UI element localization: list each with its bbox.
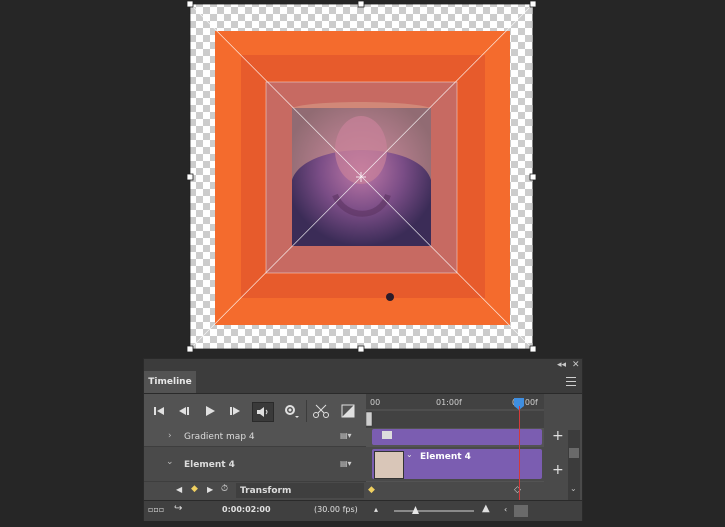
frame-rate: (30.00 fps): [314, 505, 358, 514]
scissors-icon[interactable]: [311, 402, 331, 420]
timeline-status-bar: ▫▫▫ ↪ 0:00:02:00 (30.00 fps) ▴ ▲ ‹: [144, 500, 582, 521]
layer-name: Element 4: [184, 460, 235, 470]
keyframe-diamond-icon[interactable]: ◆: [368, 485, 375, 495]
stopwatch-icon[interactable]: ⏱: [221, 484, 228, 494]
zoom-out-icon[interactable]: ▴: [374, 505, 378, 514]
track-actions: + + ⌄: [544, 394, 582, 500]
layer-row[interactable]: ⌄ Element 4 ▤▾: [144, 447, 366, 482]
previous-keyframe-icon[interactable]: ◀: [176, 485, 182, 494]
clip-label: Element 4: [420, 452, 471, 462]
next-frame-icon[interactable]: [228, 402, 242, 420]
canvas-artwork: [186, 0, 537, 353]
close-panel-icon[interactable]: ✕: [572, 359, 580, 371]
ruler-ticks: [366, 398, 544, 427]
layer-row[interactable]: › Gradient map 4 ▤▾: [144, 428, 366, 447]
render-video-icon[interactable]: ↪: [174, 503, 182, 514]
menu-icon[interactable]: [566, 377, 576, 386]
audio-icon[interactable]: [252, 402, 274, 422]
divider: [306, 400, 307, 422]
playback-controls: [144, 394, 366, 428]
film-icon[interactable]: ▤▾: [340, 459, 352, 468]
playhead-line[interactable]: [519, 406, 520, 500]
chevron-down-icon[interactable]: ⌄: [166, 457, 174, 467]
keyframe-diamond-icon[interactable]: ◆: [191, 484, 198, 494]
film-icon[interactable]: ▤▾: [340, 431, 352, 440]
add-media-icon[interactable]: +: [552, 462, 564, 478]
scroll-left-icon[interactable]: ‹: [504, 505, 507, 514]
collapse-panel-icon[interactable]: ◂◂: [557, 359, 566, 371]
zoom-slider[interactable]: [394, 506, 474, 514]
play-icon[interactable]: [203, 402, 217, 420]
tab-timeline[interactable]: Timeline: [144, 371, 196, 393]
transition-icon[interactable]: [339, 402, 357, 420]
document-canvas[interactable]: [0, 0, 725, 355]
track-gradient-map: [366, 428, 544, 446]
chevron-right-icon[interactable]: ›: [168, 431, 172, 441]
panel-tab-row: Timeline: [144, 371, 582, 394]
track-transform: ◆ ◇: [366, 482, 544, 500]
clip-thumbnail: [374, 451, 404, 479]
timeline-panel: ◂◂ ✕ Timeline 00 01:00f 02:00f › Gradien…: [143, 358, 583, 521]
transform-label: Transform: [240, 486, 292, 496]
panel-topbar: ◂◂ ✕: [144, 359, 582, 371]
layers-list: › Gradient map 4 ▤▾ ⌄ Element 4 ▤▾ ◀ ◆ ▶…: [144, 428, 366, 500]
gear-icon[interactable]: [282, 402, 300, 420]
previous-frame-icon[interactable]: [177, 402, 191, 420]
layer-name: Gradient map 4: [184, 432, 255, 442]
vertical-scrollbar[interactable]: ⌄: [568, 430, 580, 500]
horizontal-scroll-thumb[interactable]: [514, 505, 528, 517]
clip-gradient-map[interactable]: [372, 429, 542, 445]
chevron-down-icon: ⌄: [406, 450, 413, 459]
time-ruler[interactable]: 00 01:00f 02:00f: [366, 394, 544, 430]
track-element-4: ⌄ Element 4: [366, 447, 544, 481]
transform-row: ◀ ◆ ▶ ⏱ Transform: [144, 482, 366, 500]
next-keyframe-icon[interactable]: ▶: [207, 485, 213, 494]
add-media-icon[interactable]: +: [552, 428, 564, 444]
current-timecode[interactable]: 0:00:02:00: [222, 505, 271, 514]
frame-mode-icon[interactable]: ▫▫▫: [148, 505, 164, 514]
zoom-in-icon[interactable]: ▲: [482, 503, 490, 514]
first-frame-icon[interactable]: [152, 402, 166, 420]
clip-element-4[interactable]: ⌄ Element 4: [372, 449, 542, 479]
